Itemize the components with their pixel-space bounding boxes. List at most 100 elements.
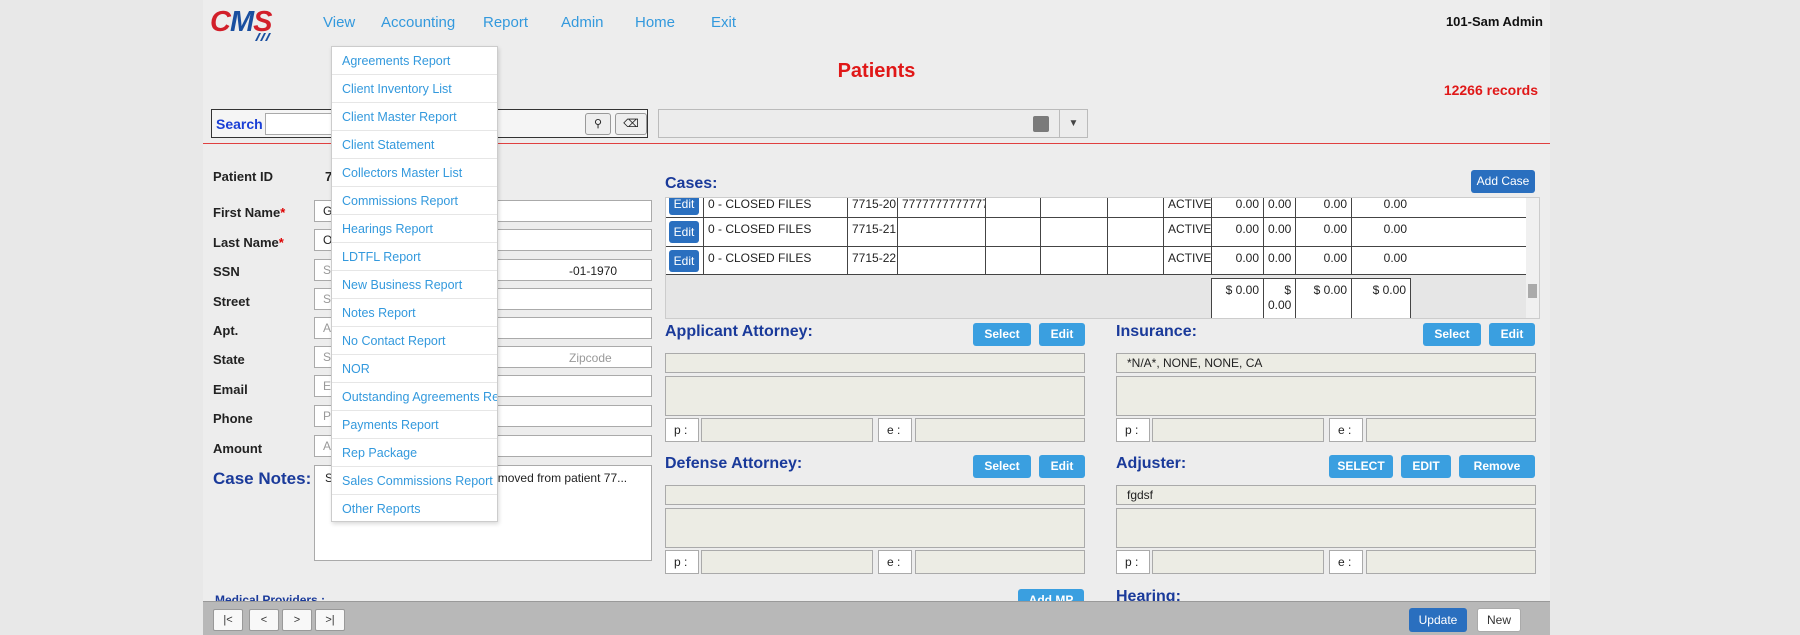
first-record-button[interactable]: |<: [213, 609, 243, 631]
edit-case-button[interactable]: Edit: [669, 250, 699, 272]
adjuster-name[interactable]: fgdsf: [1116, 485, 1536, 505]
state-label: State: [213, 352, 245, 367]
adjuster-select-button[interactable]: SELECT: [1329, 455, 1393, 478]
new-button[interactable]: New: [1477, 608, 1521, 632]
insurance-phone[interactable]: [1152, 418, 1324, 442]
street-label: Street: [213, 294, 250, 309]
applicant-attorney-select-button[interactable]: Select: [973, 323, 1031, 346]
case-state-cell: ACTIVE: [1163, 247, 1211, 275]
menu-item-client-statement[interactable]: Client Statement: [332, 131, 497, 159]
scrollbar-thumb[interactable]: [1528, 284, 1537, 298]
menu-item-rep-package[interactable]: Rep Package: [332, 439, 497, 467]
insurance-label: Insurance:: [1116, 323, 1197, 340]
defense-attorney-edit-button[interactable]: Edit: [1039, 455, 1085, 478]
email-prefix-label: e :: [878, 550, 912, 574]
phone-prefix-label: p :: [1116, 550, 1150, 574]
case-number-cell: 7715-21: [847, 218, 897, 246]
zipcode-field[interactable]: Zipcode: [569, 351, 612, 365]
nav-exit[interactable]: Exit: [711, 14, 736, 31]
defense-attorney-name[interactable]: [665, 485, 1085, 505]
menu-item-collectors-master-list[interactable]: Collectors Master List: [332, 159, 497, 187]
nav-accounting[interactable]: Accounting: [381, 14, 455, 31]
applicant-attorney-address[interactable]: [665, 376, 1085, 416]
adjuster-remove-button[interactable]: Remove: [1459, 455, 1535, 478]
chevron-down-icon[interactable]: ▼: [1059, 110, 1087, 137]
insurance-edit-button[interactable]: Edit: [1489, 323, 1535, 346]
total-cell: $ 0.00: [1263, 278, 1295, 318]
case-value-cell: 0.00: [1295, 247, 1351, 275]
last-record-button[interactable]: >|: [315, 609, 345, 631]
defense-attorney-email[interactable]: [915, 550, 1085, 574]
insurance-address[interactable]: [1116, 376, 1536, 416]
first-name-label: First Name*: [213, 205, 285, 220]
table-row[interactable]: Edit 0 - CLOSED FILES 7715-21 ACTIVE 0.0…: [666, 217, 1526, 246]
menu-item-outstanding-agreements-report[interactable]: Outstanding Agreements Report: [332, 383, 497, 411]
case-status-cell: 0 - CLOSED FILES: [703, 198, 847, 217]
search-label: Search: [216, 116, 263, 132]
menu-item-hearings-report[interactable]: Hearings Report: [332, 215, 497, 243]
nav-report[interactable]: Report: [483, 14, 528, 31]
update-button[interactable]: Update: [1409, 608, 1467, 632]
case-number-cell: 7715-22: [847, 247, 897, 275]
menu-item-no-contact-report[interactable]: No Contact Report: [332, 327, 497, 355]
adjuster-email[interactable]: [1366, 550, 1536, 574]
nav-view[interactable]: View: [323, 14, 355, 31]
adjuster-edit-button[interactable]: EDIT: [1401, 455, 1451, 478]
phone-label: Phone: [213, 411, 253, 426]
previous-record-button[interactable]: <: [249, 609, 279, 631]
cases-scrollbar[interactable]: [1526, 198, 1539, 318]
search-icon[interactable]: ⚲: [585, 113, 611, 135]
case-filter-combo[interactable]: ▼: [658, 109, 1088, 138]
defense-attorney-address[interactable]: [665, 508, 1085, 548]
edit-case-button[interactable]: Edit: [669, 198, 699, 215]
case-value-cell: 0.00: [1351, 247, 1411, 275]
next-record-button[interactable]: >: [282, 609, 312, 631]
applicant-attorney-edit-button[interactable]: Edit: [1039, 323, 1085, 346]
menu-item-other-reports[interactable]: Other Reports: [332, 495, 497, 523]
defense-attorney-phone[interactable]: [701, 550, 873, 574]
patient-id-label: Patient ID: [213, 169, 273, 184]
table-row[interactable]: Edit 0 - CLOSED FILES 7715-20 7777777777…: [666, 198, 1526, 217]
case-extra-cell: [897, 247, 985, 275]
menu-item-sales-commissions-report[interactable]: Sales Commissions Report: [332, 467, 497, 495]
logo-stripes-icon: [255, 33, 271, 41]
email-prefix-label: e :: [878, 418, 912, 442]
menu-item-payments-report[interactable]: Payments Report: [332, 411, 497, 439]
applicant-attorney-name[interactable]: [665, 353, 1085, 373]
clear-search-icon[interactable]: ⌫: [615, 113, 647, 135]
menu-item-agreements-report[interactable]: Agreements Report: [332, 47, 497, 75]
case-extra-cell: [897, 218, 985, 246]
insurance-name[interactable]: *N/A*, NONE, NONE, CA: [1116, 353, 1536, 373]
adjuster-address[interactable]: [1116, 508, 1536, 548]
adjuster-phone[interactable]: [1152, 550, 1324, 574]
table-row[interactable]: Edit 0 - CLOSED FILES 7715-22 ACTIVE 0.0…: [666, 246, 1526, 275]
insurance-select-button[interactable]: Select: [1423, 323, 1481, 346]
defense-attorney-select-button[interactable]: Select: [973, 455, 1031, 478]
cases-table: Edit 0 - CLOSED FILES 7715-20 7777777777…: [665, 197, 1540, 319]
edit-case-button[interactable]: Edit: [669, 221, 699, 243]
applicant-attorney-email[interactable]: [915, 418, 1085, 442]
menu-item-notes-report[interactable]: Notes Report: [332, 299, 497, 327]
menu-item-commissions-report[interactable]: Commissions Report: [332, 187, 497, 215]
empty-cell: [1040, 218, 1107, 246]
cms-logo[interactable]: CMS: [210, 6, 282, 42]
menu-item-client-inventory-list[interactable]: Client Inventory List: [332, 75, 497, 103]
applicant-attorney-phone[interactable]: [701, 418, 873, 442]
insurance-email[interactable]: [1366, 418, 1536, 442]
last-name-label-text: Last Name: [213, 235, 279, 250]
dob-field[interactable]: -01-1970: [569, 264, 617, 278]
record-navigation-bar: |< < > >| Update New: [203, 601, 1550, 635]
amount-label: Amount: [213, 441, 263, 456]
add-case-button[interactable]: Add Case: [1471, 170, 1535, 193]
menu-item-new-business-report[interactable]: New Business Report: [332, 271, 497, 299]
menu-item-client-master-report[interactable]: Client Master Report: [332, 103, 497, 131]
phone-prefix-label: p :: [665, 550, 699, 574]
menu-item-nor[interactable]: NOR: [332, 355, 497, 383]
empty-cell: [1107, 198, 1163, 217]
menu-item-ldtfl-report[interactable]: LDTFL Report: [332, 243, 497, 271]
current-user[interactable]: 101-Sam Admin: [1446, 14, 1543, 29]
record-count: 12266 records: [1443, 82, 1538, 98]
nav-home[interactable]: Home: [635, 14, 675, 31]
nav-admin[interactable]: Admin: [561, 14, 604, 31]
phone-prefix-label: p :: [1116, 418, 1150, 442]
